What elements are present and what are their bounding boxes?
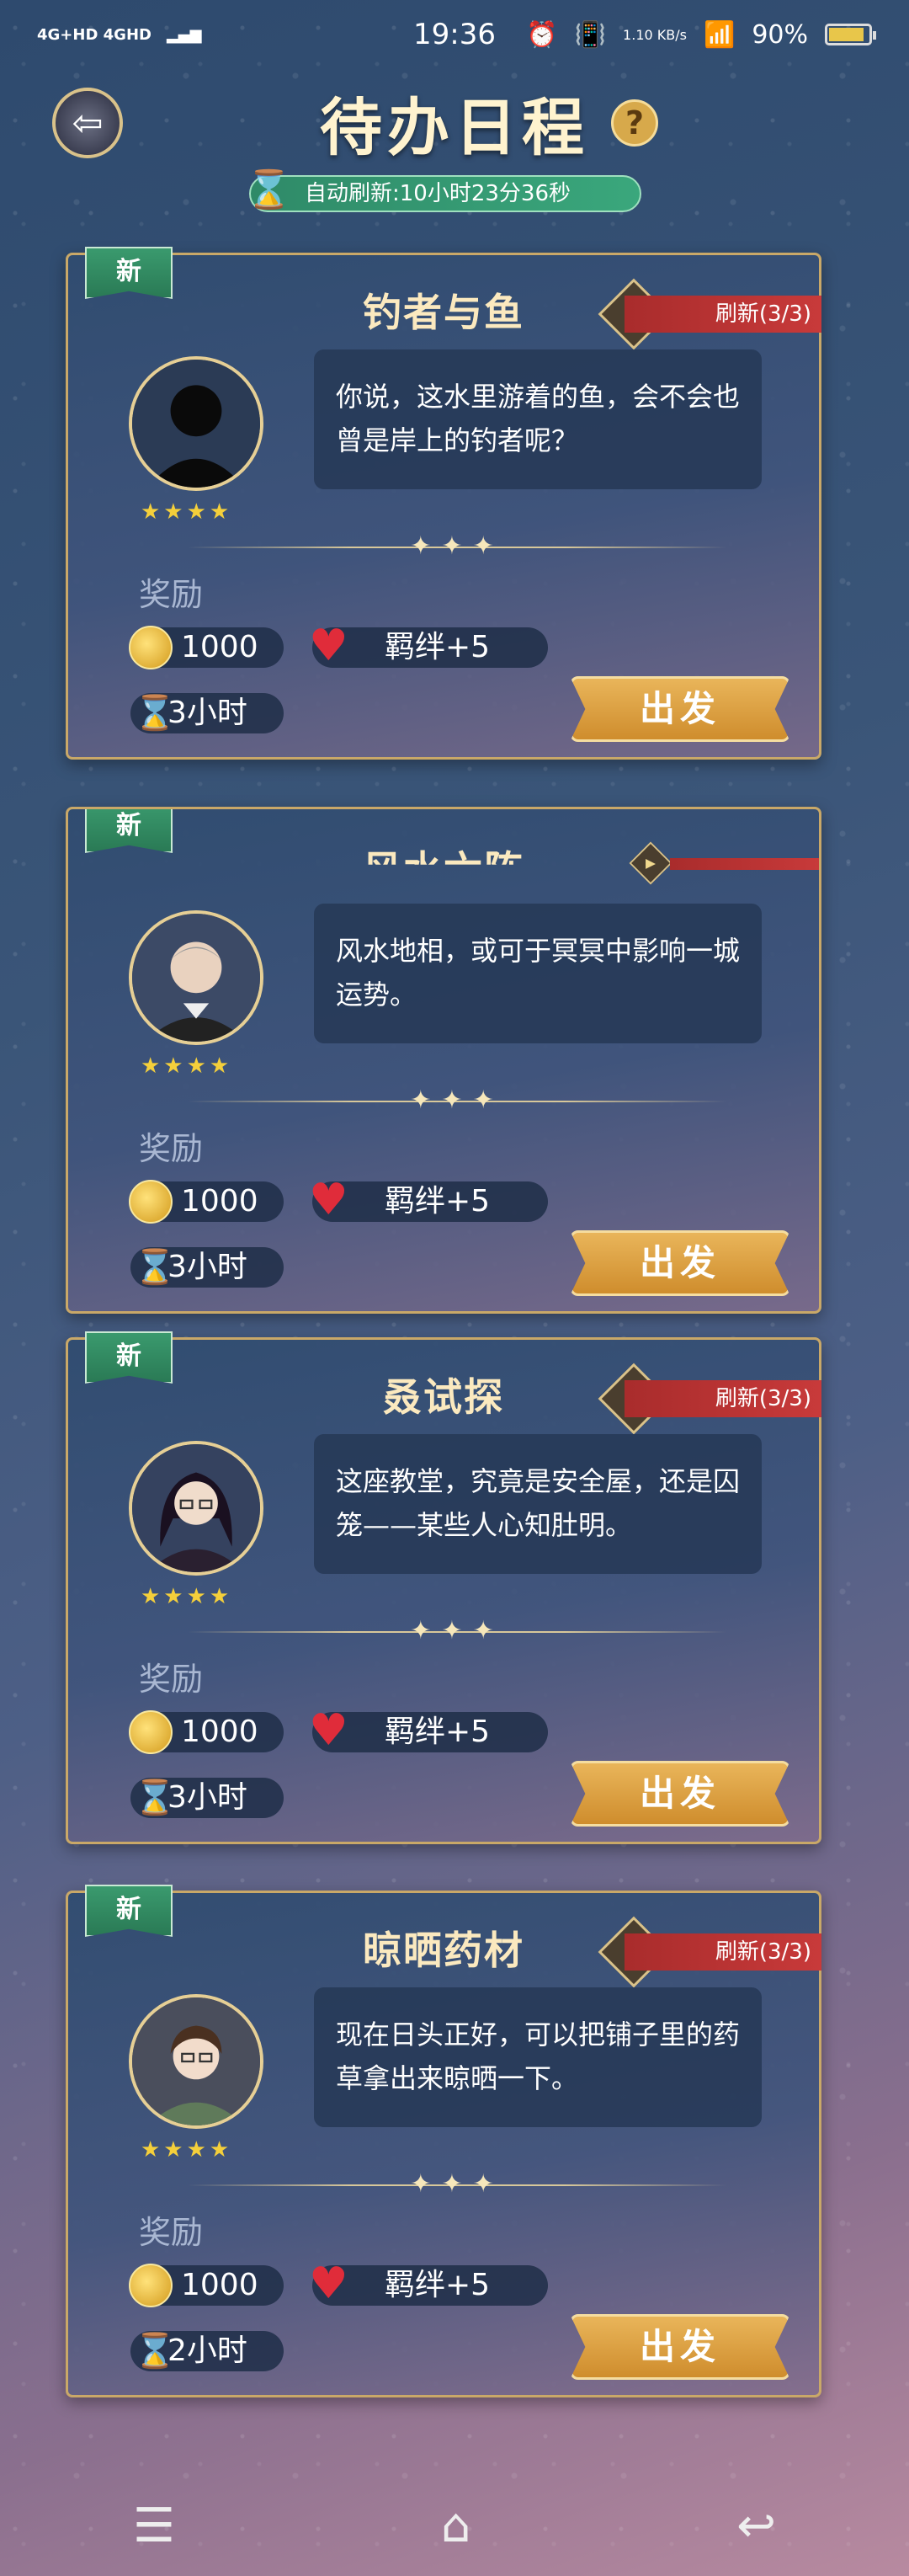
auto-refresh-text: 自动刷新:10小时23分36秒: [305, 181, 571, 206]
refresh-count[interactable]: 刷新(3/3): [625, 1933, 821, 1971]
hourglass-icon: ⌛: [134, 1248, 176, 1287]
duration: ⌛ 3小时: [130, 1247, 284, 1288]
dialogue-bubble: 这座教堂，究竟是安全屋，还是囚笼——某些人心知肚明。: [314, 1434, 762, 1574]
coin-reward: 1000: [129, 1180, 284, 1224]
task-card: 新 晾晒药材 ▶ 刷新(3/3) ★★★★ 现在日头正好，可以把铺子里的药草拿出…: [66, 1885, 821, 2397]
duration-text: 2小时: [167, 2333, 247, 2368]
bond-reward: ♥ 羁绊+5: [309, 2260, 548, 2307]
coin-amount: 1000: [181, 1715, 258, 1749]
home-icon[interactable]: ⌂: [441, 2499, 471, 2553]
reward-label: 奖励: [139, 1661, 204, 1698]
menu-icon[interactable]: ☰: [133, 2499, 175, 2553]
alarm-icon: ⏰: [526, 19, 558, 50]
heart-icon: ♥: [309, 2259, 348, 2309]
depart-button[interactable]: 出发: [570, 1230, 790, 1296]
coin-icon: [129, 1180, 173, 1224]
heart-icon: ♥: [309, 1175, 348, 1225]
duration: ⌛ 2小时: [130, 2331, 284, 2371]
divider: ✦✦✦: [188, 2169, 726, 2199]
status-right: ⏰ 📳 1.10 KB/s 📶 90%: [526, 19, 876, 50]
play-icon: ▶: [646, 856, 656, 871]
coin-reward: 1000: [129, 1710, 284, 1754]
depart-button[interactable]: 出发: [570, 2314, 790, 2380]
coin-icon: [129, 1710, 173, 1754]
auto-refresh-timer: ⌛ 自动刷新:10小时23分36秒: [246, 168, 641, 212]
depart-button[interactable]: 出发: [570, 676, 790, 742]
task-card: 新 叒试探 ▶ 刷新(3/3) ★★★★ 这座教堂，究竟是安全屋，还是囚笼——某…: [66, 1331, 821, 1844]
divider: ✦✦✦: [188, 531, 726, 561]
character-avatar: [129, 1994, 263, 2129]
coin-icon: [129, 2264, 173, 2307]
character-avatar: [129, 1441, 263, 1576]
coin-amount: 1000: [181, 2268, 258, 2302]
duration: ⌛ 3小时: [130, 1778, 284, 1818]
dialogue-bubble: 你说，这水里游着的鱼，会不会也曾是岸上的钓者呢？: [314, 349, 762, 489]
reward-label: 奖励: [139, 2214, 204, 2251]
divider-ornament-icon: ✦✦✦: [410, 2169, 504, 2199]
hourglass-icon: ⌛: [134, 2332, 176, 2371]
coin-reward: 1000: [129, 626, 284, 669]
wifi-icon: 📶: [703, 19, 736, 50]
duration-text: 3小时: [167, 696, 247, 730]
page-title: 待办日程: [320, 92, 589, 164]
hourglass-icon: ⌛: [246, 168, 292, 211]
star-rating: ★★★★: [141, 2137, 233, 2163]
heart-icon: ♥: [309, 621, 348, 671]
depart-button[interactable]: 出发: [570, 1761, 790, 1827]
duration: ⌛ 3小时: [130, 693, 284, 733]
heart-icon: ♥: [309, 1705, 348, 1756]
reward-label: 奖励: [139, 1130, 204, 1167]
bond-reward: ♥ 羁绊+5: [309, 1707, 548, 1754]
signal-icon: ▂▄▆: [166, 25, 202, 44]
refresh-count[interactable]: 刷新(3/3): [625, 1380, 821, 1417]
divider: ✦✦✦: [188, 1085, 726, 1115]
task-card: 新 钓者与鱼 ▶ 刷新(3/3) ★★★★ 你说，这水里游着的鱼，会不会也曾是岸…: [66, 247, 821, 760]
coin-reward: 1000: [129, 2264, 284, 2307]
battery-icon: [825, 24, 876, 45]
battery-text: 90%: [752, 19, 808, 50]
character-avatar: [129, 910, 263, 1045]
return-icon[interactable]: ↩: [736, 2499, 776, 2553]
character-avatar: [129, 356, 263, 491]
system-nav-bar: ☰ ⌂ ↩: [0, 2476, 909, 2576]
bond-amount: 羁绊+5: [385, 1715, 491, 1749]
coin-amount: 1000: [181, 1184, 258, 1219]
reward-label: 奖励: [139, 576, 204, 613]
divider-ornament-icon: ✦✦✦: [410, 531, 504, 561]
refresh-count[interactable]: [670, 858, 819, 870]
network-text: 4G+HD 4GHD: [37, 25, 152, 44]
divider-ornament-icon: ✦✦✦: [410, 1616, 504, 1645]
vibrate-icon: 📳: [574, 19, 607, 50]
help-button[interactable]: ?: [611, 99, 658, 147]
network-speed: 1.10 KB/s: [623, 26, 687, 43]
dialogue-bubble: 现在日头正好，可以把铺子里的药草拿出来晾晒一下。: [314, 1987, 762, 2127]
coin-amount: 1000: [181, 630, 258, 664]
divider: ✦✦✦: [188, 1616, 726, 1645]
bond-amount: 羁绊+5: [385, 2268, 491, 2302]
bond-reward: ♥ 羁绊+5: [309, 1176, 548, 1224]
network-indicators: 4G+HD 4GHD ▂▄▆: [37, 26, 202, 44]
status-time: 19:36: [413, 18, 496, 51]
duration-text: 3小时: [167, 1780, 247, 1815]
refresh-count[interactable]: 刷新(3/3): [625, 296, 821, 333]
bond-reward: ♥ 羁绊+5: [309, 622, 548, 669]
star-rating: ★★★★: [141, 1584, 233, 1609]
hourglass-icon: ⌛: [134, 694, 176, 733]
bond-amount: 羁绊+5: [385, 1184, 491, 1219]
coin-icon: [129, 626, 173, 669]
status-bar: 4G+HD 4GHD ▂▄▆ 19:36 ⏰ 📳 1.10 KB/s 📶 90%: [0, 0, 909, 69]
task-card: 新 风水六阵 ▶ ★★★★ 风水地相，或可于冥冥中影响一城运势。 ✦✦✦ 奖励 …: [66, 807, 821, 1314]
star-rating: ★★★★: [141, 499, 233, 525]
duration-text: 3小时: [167, 1250, 247, 1284]
dialogue-bubble: 风水地相，或可于冥冥中影响一城运势。: [314, 904, 762, 1043]
bond-amount: 羁绊+5: [385, 630, 491, 664]
divider-ornament-icon: ✦✦✦: [410, 1085, 504, 1115]
battery-fill: [829, 28, 864, 41]
hourglass-icon: ⌛: [134, 1779, 176, 1817]
star-rating: ★★★★: [141, 1053, 233, 1079]
